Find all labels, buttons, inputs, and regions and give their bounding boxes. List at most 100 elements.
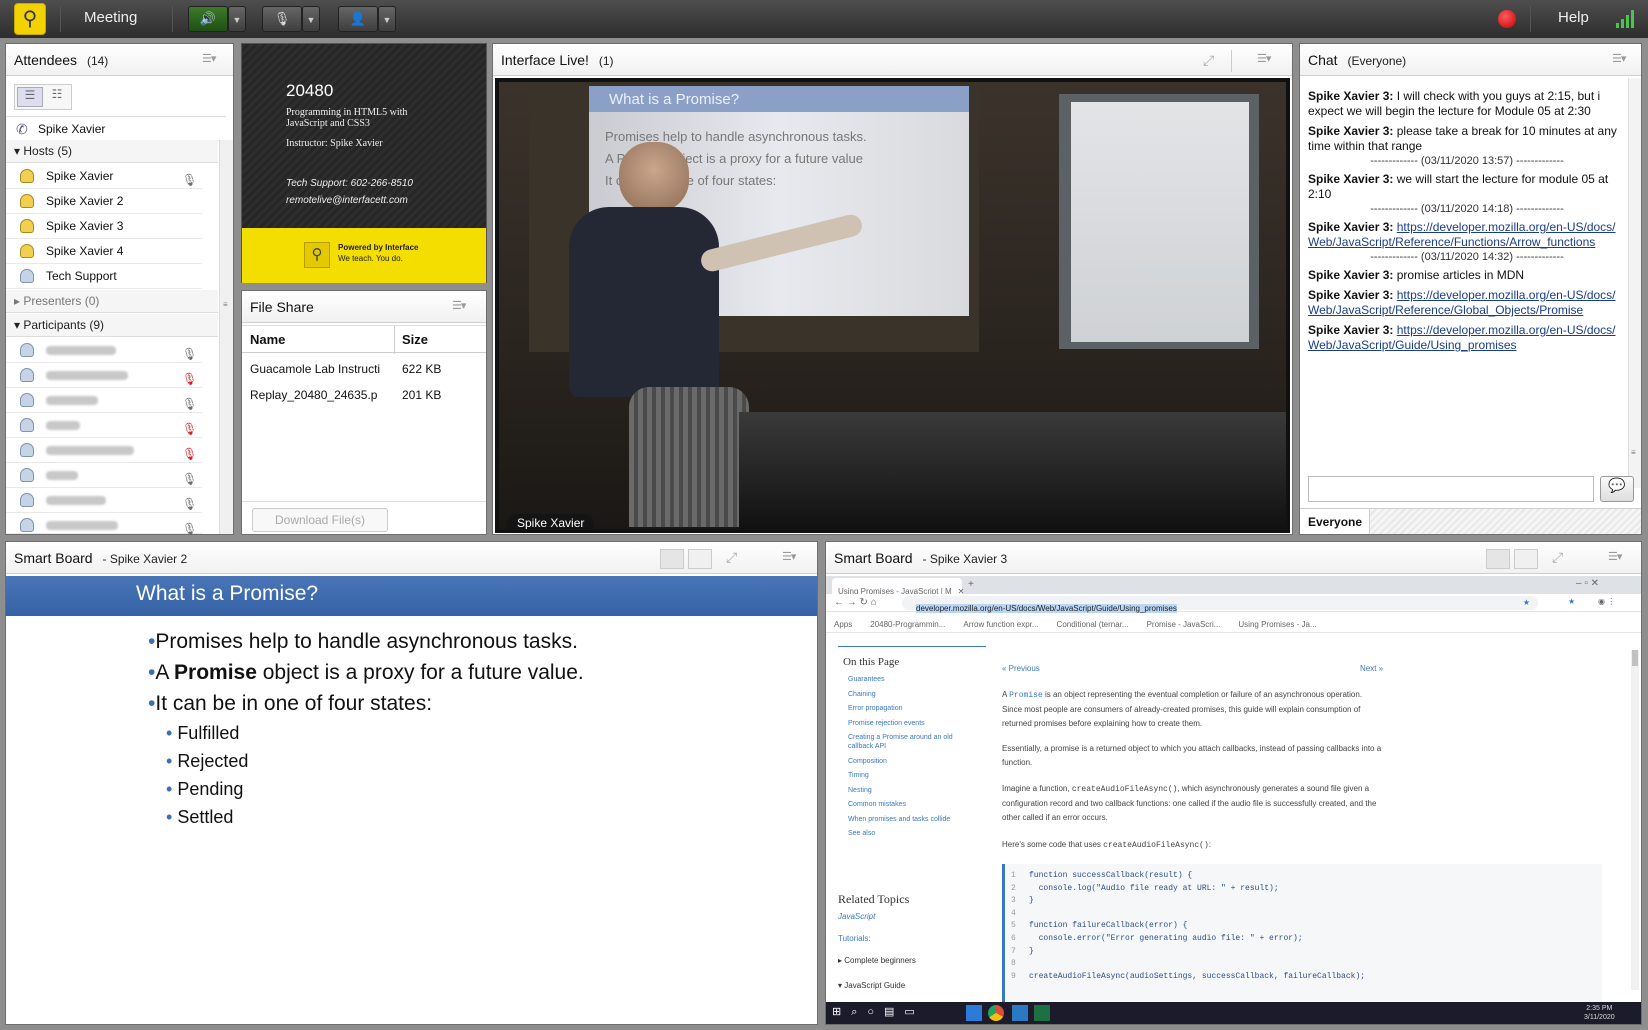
fullscreen-icon[interactable]: ⤢ xyxy=(1552,549,1563,566)
window-controls-icon[interactable]: – ▫ ✕ xyxy=(1576,578,1599,589)
excel-app-icon[interactable] xyxy=(1034,1005,1050,1021)
name-column-header[interactable]: Name xyxy=(250,332,285,347)
host-row[interactable]: Tech Support xyxy=(6,264,202,289)
complete-beginners-item[interactable]: ▸ Complete beginners xyxy=(838,956,916,965)
participant-row[interactable]: 🎙 xyxy=(6,388,202,413)
toc-link[interactable]: Error propagation xyxy=(848,704,976,713)
size-column-header[interactable]: Size xyxy=(402,332,428,347)
microphone-dropdown[interactable]: ▼ xyxy=(302,6,320,32)
participant-row[interactable]: 🎙 xyxy=(6,513,202,536)
separator xyxy=(60,6,61,32)
bookmark-item[interactable]: 20480-Programmin... xyxy=(870,620,945,629)
participant-row[interactable]: 🎙 xyxy=(6,463,202,488)
participants-section[interactable]: ▾ Participants (9) xyxy=(6,314,218,337)
browser-tab[interactable]: Using Promises - JavaScript | M ✕ xyxy=(832,578,964,596)
toc-link[interactable]: Timing xyxy=(848,771,976,780)
separator xyxy=(1231,50,1232,72)
toc-link[interactable]: See also xyxy=(848,829,976,838)
speaker-dropdown[interactable]: ▼ xyxy=(228,6,246,32)
bookmark-item[interactable]: Arrow function expr... xyxy=(963,620,1038,629)
host-row[interactable]: Spike Xavier 4 xyxy=(6,239,202,264)
layout-thumbnail-icon[interactable] xyxy=(1486,549,1510,569)
participant-row[interactable]: 🎙 xyxy=(6,413,202,438)
system-clock[interactable]: 2:35 PM 3/11/2020 xyxy=(1584,1004,1615,1022)
slide-bullet: •A Promise object is a proxy for a futur… xyxy=(148,661,584,684)
webcam-video-feed[interactable]: What is a Promise? Promises help to hand… xyxy=(495,78,1290,533)
toc-link[interactable]: Chaining xyxy=(848,690,976,699)
previous-link[interactable]: « Previous xyxy=(1002,664,1040,673)
address-bar[interactable]: developer.mozilla.org/en-US/docs/Web/Jav… xyxy=(902,596,1538,613)
microphone-speaking-icon: 🎙 xyxy=(182,173,198,187)
hosts-section[interactable]: ▾ Hosts (5) xyxy=(6,140,218,163)
host-row[interactable]: Spike Xavier 2 xyxy=(6,189,202,214)
new-tab-icon[interactable]: + xyxy=(968,579,974,590)
toc-link[interactable]: Common mistakes xyxy=(848,800,976,809)
taskbar-icons[interactable]: ⊞⌕○▤▭ xyxy=(832,1005,925,1019)
scrollbar-thumb[interactable] xyxy=(1632,650,1638,666)
detail-view-icon[interactable]: ☷ xyxy=(45,87,69,107)
help-menu[interactable]: Help xyxy=(1558,9,1589,26)
webcam-icon: 👤 xyxy=(349,11,367,26)
file-row[interactable]: Replay_20480_24635.p 201 KB xyxy=(242,381,486,407)
bookmark-star-icon[interactable]: ★ xyxy=(1568,597,1575,606)
toc-link[interactable]: Promise rejection events xyxy=(848,719,976,728)
phone-icon: ✆ xyxy=(16,121,28,137)
pod-menu-icon[interactable]: ☰▾ xyxy=(452,299,474,313)
host-row[interactable]: Spike Xavier 3 xyxy=(6,214,202,239)
code-line: 8 xyxy=(1011,958,1602,971)
file-row[interactable]: Guacamole Lab Instructi 622 KB xyxy=(242,355,486,381)
pod-menu-icon[interactable]: ☰▾ xyxy=(782,550,804,564)
toc-link[interactable]: When promises and tasks collide xyxy=(848,815,976,824)
related-javascript-link[interactable]: JavaScript xyxy=(838,912,875,921)
bookmark-item[interactable]: Promise - JavaScri... xyxy=(1147,620,1221,629)
webcam-dropdown[interactable]: ▼ xyxy=(378,6,396,32)
toc-link[interactable]: Guarantees xyxy=(848,675,976,684)
attendees-scrollbar[interactable]: ≡ xyxy=(219,140,233,534)
participant-row[interactable]: 🎙 xyxy=(6,338,202,363)
pod-menu-icon[interactable]: ☰▾ xyxy=(202,52,224,66)
bookmark-item[interactable]: Using Promises - Ja... xyxy=(1238,620,1316,629)
collapse-arrow-icon: ▾ xyxy=(14,144,24,158)
layout-thumbnail-icon[interactable] xyxy=(660,549,684,569)
fullscreen-icon[interactable]: ⤢ xyxy=(726,549,737,566)
javascript-guide-item[interactable]: ▾ JavaScript Guide xyxy=(838,981,905,990)
toc-link[interactable]: Creating a Promise around an old callbac… xyxy=(848,733,976,751)
chat-message-input[interactable] xyxy=(1308,476,1594,502)
meeting-menu[interactable]: Meeting xyxy=(84,9,137,26)
fullscreen-icon[interactable]: ⤢ xyxy=(1203,52,1214,69)
toc-link[interactable]: Composition xyxy=(848,757,976,766)
pod-menu-icon[interactable]: ☰▾ xyxy=(1608,550,1630,564)
microphone-button[interactable]: 🎙 xyxy=(262,6,302,32)
layout-thumbnail-icon[interactable] xyxy=(688,549,712,569)
current-user-row[interactable]: ✆ Spike Xavier xyxy=(6,116,226,141)
pod-menu-icon[interactable]: ☰▾ xyxy=(1257,52,1279,66)
layout-thumbnail-icon[interactable] xyxy=(1514,549,1538,569)
outlook-app-icon[interactable] xyxy=(1012,1005,1028,1021)
profile-icon[interactable]: ◉ ⋮ xyxy=(1598,597,1615,606)
pod-menu-icon[interactable]: ☰▾ xyxy=(1612,52,1634,66)
bookmark-item[interactable]: Apps xyxy=(834,620,852,629)
recording-indicator-icon[interactable] xyxy=(1498,10,1516,28)
chat-scrollbar[interactable]: ≡ xyxy=(1628,78,1641,488)
presenters-section[interactable]: ▸ Presenters (0) xyxy=(6,290,218,313)
host-row[interactable]: Spike Xavier 🎙 xyxy=(6,164,202,189)
bookmark-item[interactable]: Conditional (ternar... xyxy=(1057,620,1129,629)
participant-row[interactable]: 🎙 xyxy=(6,363,202,388)
chrome-app-icon[interactable] xyxy=(988,1005,1004,1021)
star-icon[interactable]: ★ xyxy=(1523,598,1530,607)
participant-row[interactable]: 🎙 xyxy=(6,438,202,463)
participant-row[interactable]: 🎙 xyxy=(6,488,202,513)
chat-tab-everyone[interactable]: Everyone xyxy=(1300,509,1370,534)
download-files-button[interactable]: Download File(s) xyxy=(252,508,388,532)
list-view-icon[interactable]: ☰ xyxy=(17,87,43,107)
chat-title: Chat xyxy=(1308,52,1338,68)
adobe-connect-logo-icon[interactable]: ⚲ xyxy=(14,3,46,35)
speaker-button[interactable]: 🔊 xyxy=(188,6,228,32)
ie-app-icon[interactable] xyxy=(966,1005,982,1021)
toc-link[interactable]: Nesting xyxy=(848,786,976,795)
page-scrollbar[interactable] xyxy=(1631,650,1639,990)
next-link[interactable]: Next » xyxy=(1360,664,1383,673)
send-message-button[interactable]: 💬 xyxy=(1600,476,1634,502)
webcam-button[interactable]: 👤 xyxy=(338,6,378,32)
nav-buttons-icon[interactable]: ← → ↻ ⌂ xyxy=(834,597,877,608)
